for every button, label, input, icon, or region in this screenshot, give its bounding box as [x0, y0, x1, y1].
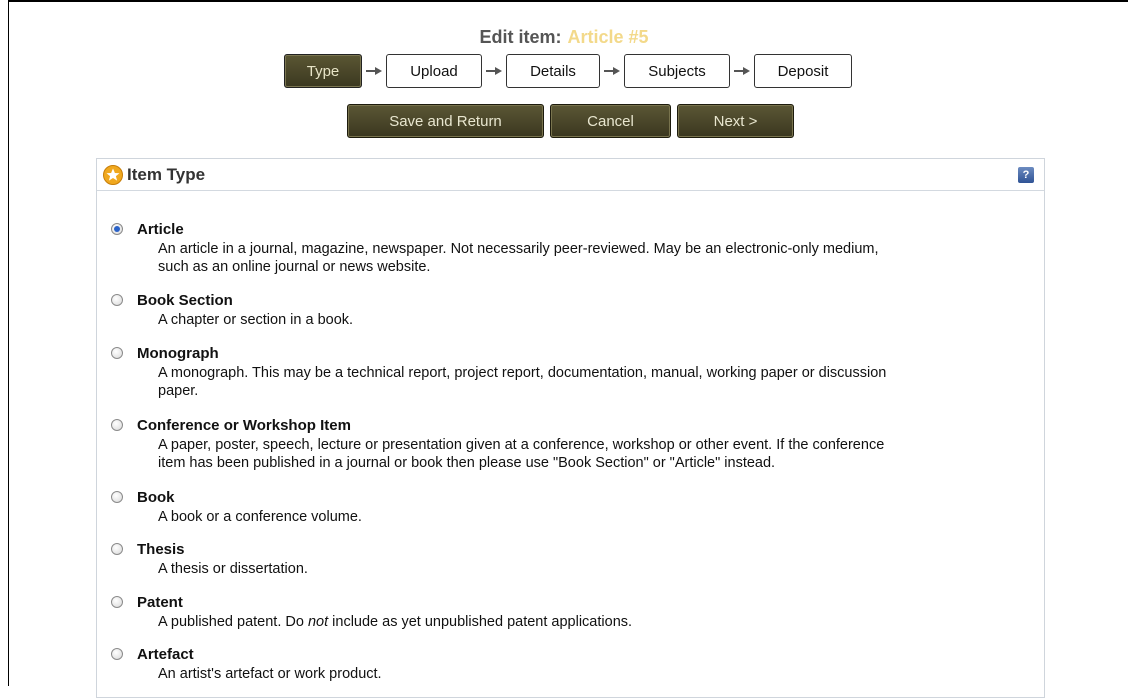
save-and-return-button[interactable]: Save and Return	[347, 104, 544, 138]
type-name: Artefact	[137, 646, 194, 663]
help-icon[interactable]: ?	[1018, 167, 1034, 183]
radio-thesis[interactable]	[111, 543, 123, 555]
type-name: Article	[137, 221, 184, 238]
desc-line: A published patent. Do	[158, 614, 308, 630]
desc-line: A paper, poster, speech, lecture or pres…	[158, 437, 885, 453]
type-description: An article in a journal, magazine, newsp…	[158, 240, 1028, 276]
page-title-prefix: Edit item:	[479, 27, 562, 47]
type-name: Monograph	[137, 345, 219, 362]
item-type-panel: Item Type ? Article An article in a jour…	[96, 158, 1045, 698]
radio-artefact[interactable]	[111, 648, 123, 660]
stage-arrow-icon	[362, 54, 386, 88]
type-name: Conference or Workshop Item	[137, 417, 351, 434]
desc-line: such as an online journal or news websit…	[158, 259, 431, 275]
type-name: Book	[137, 489, 175, 506]
stage-arrow-icon	[482, 54, 506, 88]
type-description: A published patent. Do not include as ye…	[158, 613, 1028, 631]
next-button[interactable]: Next >	[677, 104, 794, 138]
panel-header: Item Type ?	[97, 159, 1044, 191]
desc-line: A book or a conference volume.	[158, 509, 362, 525]
page-title: Edit item: Article #5	[0, 27, 1128, 48]
type-description: A thesis or dissertation.	[158, 560, 1028, 578]
left-border	[8, 0, 9, 686]
stage-deposit[interactable]: Deposit	[754, 54, 852, 88]
item-link[interactable]: Article #5	[567, 27, 648, 47]
stage-type[interactable]: Type	[284, 54, 362, 88]
type-description: A monograph. This may be a technical rep…	[158, 364, 1028, 400]
page-frame: Edit item: Article #5 Type Upload Details…	[0, 0, 1128, 698]
desc-line: paper.	[158, 383, 199, 399]
desc-line: An artist's artefact or work product.	[158, 666, 382, 682]
type-description: A book or a conference volume.	[158, 508, 1028, 526]
action-buttons: Save and Return Cancel Next >	[347, 104, 794, 138]
panel-title: Item Type	[127, 164, 206, 184]
radio-monograph[interactable]	[111, 347, 123, 359]
type-description: A paper, poster, speech, lecture or pres…	[158, 436, 1028, 472]
type-name: Book Section	[137, 292, 233, 309]
desc-line: A monograph. This may be a technical rep…	[158, 365, 887, 381]
desc-line: A thesis or dissertation.	[158, 561, 308, 577]
stage-arrow-icon	[600, 54, 624, 88]
desc-emphasis: not	[307, 614, 329, 630]
type-name: Thesis	[137, 541, 185, 558]
type-name: Patent	[137, 594, 183, 611]
top-border	[8, 0, 1128, 2]
stage-arrow-icon	[730, 54, 754, 88]
radio-patent[interactable]	[111, 596, 123, 608]
stage-subjects[interactable]: Subjects	[624, 54, 730, 88]
radio-article[interactable]	[111, 223, 123, 235]
star-icon	[103, 164, 123, 185]
radio-conference-item[interactable]	[111, 419, 123, 431]
stage-details[interactable]: Details	[506, 54, 600, 88]
radio-book-section[interactable]	[111, 294, 123, 306]
desc-line: A chapter or section in a book.	[158, 312, 354, 328]
desc-line: An article in a journal, magazine, newsp…	[158, 241, 879, 257]
workflow-stages: Type Upload Details Subjects Deposit	[284, 53, 852, 89]
desc-line: item has been published in a journal or …	[158, 455, 776, 471]
radio-book[interactable]	[111, 491, 123, 503]
stage-upload[interactable]: Upload	[386, 54, 482, 88]
cancel-button[interactable]: Cancel	[550, 104, 671, 138]
type-description: A chapter or section in a book.	[158, 311, 1028, 329]
desc-line: include as yet unpublished patent applic…	[328, 614, 633, 630]
type-description: An artist's artefact or work product.	[158, 665, 1028, 683]
